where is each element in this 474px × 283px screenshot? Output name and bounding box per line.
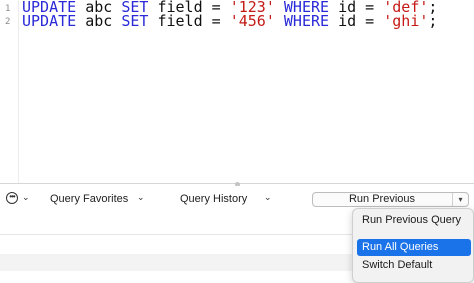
code-text: field = xyxy=(148,12,230,30)
line-number: 2 xyxy=(5,17,11,27)
menu-item-run-all-queries[interactable]: Run All Queries xyxy=(357,239,471,256)
code-line-2[interactable]: UPDATE abc SET field = '456' WHERE id = … xyxy=(22,12,437,30)
keyword: UPDATE xyxy=(22,12,77,30)
query-favorites-menu-button[interactable]: ⌄ xyxy=(137,186,145,212)
query-favorites-button[interactable]: Query Favorites xyxy=(50,186,128,212)
chevron-down-icon: ⌄ xyxy=(264,191,272,202)
run-options-menu: Run Previous Query Run All Queries Switc… xyxy=(352,208,474,283)
menu-item-switch-default[interactable]: Switch Default xyxy=(357,257,471,274)
run-previous-button[interactable]: Run Previous ▾ xyxy=(312,192,469,207)
query-history-label: Query History xyxy=(180,193,248,205)
query-history-button[interactable]: Query History xyxy=(180,186,247,212)
query-favorites-label: Query Favorites xyxy=(50,193,129,205)
string-literal: '456' xyxy=(229,12,275,30)
query-history-menu-button[interactable]: ⌄ xyxy=(264,186,272,212)
query-editor[interactable]: 1 2 UPDATE abc SET field = '123' WHERE i… xyxy=(0,0,474,184)
keyword: SET xyxy=(121,12,149,30)
actions-menu-button[interactable]: ••• ⌄ xyxy=(0,186,34,212)
chevron-down-icon: ⌄ xyxy=(137,191,145,202)
keyword: WHERE xyxy=(283,12,330,30)
code-text: ; xyxy=(428,12,438,30)
code-text: abc xyxy=(76,12,122,30)
code-text: id = xyxy=(329,12,384,30)
line-number: 1 xyxy=(5,4,11,14)
menu-item-run-previous-query[interactable]: Run Previous Query xyxy=(357,212,471,229)
chevron-down-icon[interactable]: ▾ xyxy=(452,193,468,206)
ellipsis-circle-icon: ••• xyxy=(6,192,18,204)
line-number-gutter: 1 2 xyxy=(0,0,19,184)
chevron-down-icon: ⌄ xyxy=(22,192,30,202)
run-previous-label: Run Previous xyxy=(348,193,416,205)
string-literal: 'ghi' xyxy=(383,12,429,30)
